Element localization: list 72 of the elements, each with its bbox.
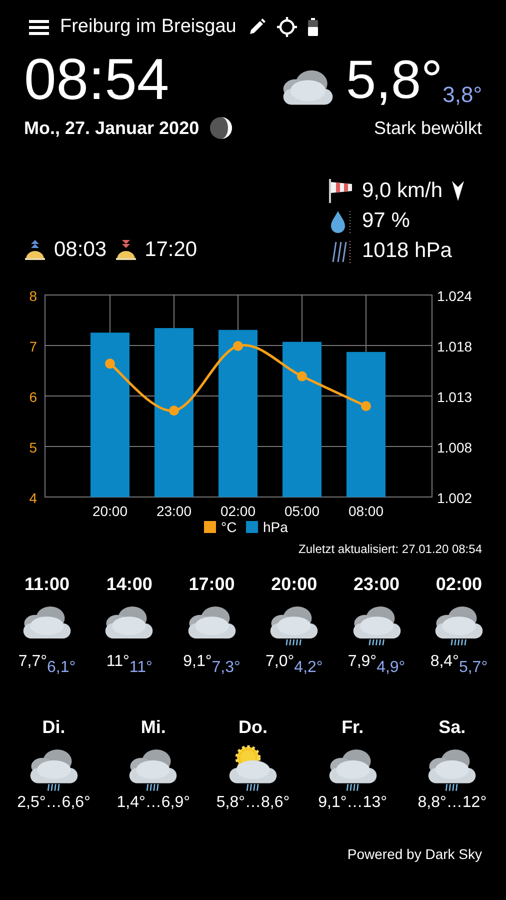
pencil-icon[interactable] bbox=[248, 18, 266, 36]
right-axis-label: 1.018 bbox=[437, 338, 472, 354]
day-label: Do. bbox=[238, 717, 268, 738]
legend-label: hPa bbox=[263, 519, 288, 534]
hour-feels-like: 4,9° bbox=[376, 659, 406, 677]
hour-label: 02:00 bbox=[436, 574, 482, 595]
right-axis-label: 1.013 bbox=[437, 389, 472, 405]
hour-label: 23:00 bbox=[354, 574, 400, 595]
sunrise-icon bbox=[24, 239, 46, 261]
left-axis-label: 6 bbox=[29, 389, 37, 405]
powered-by-text: Powered by Dark Sky bbox=[347, 846, 482, 862]
date-text: Mo., 27. Januar 2020 bbox=[24, 118, 200, 138]
x-axis-label: 08:00 bbox=[348, 503, 384, 519]
temperature-point bbox=[297, 371, 307, 382]
hour-feels-like: 4,2° bbox=[294, 659, 323, 677]
hour-label: 17:00 bbox=[188, 574, 235, 595]
temperature-point bbox=[105, 358, 115, 369]
hour-label: 11:00 bbox=[24, 574, 70, 595]
day-label: Di. bbox=[42, 717, 66, 738]
hour-feels-like: 11° bbox=[129, 659, 152, 677]
current-temperature: 5,8° bbox=[346, 50, 443, 110]
wind-speed: 9,0 km/h bbox=[362, 179, 443, 203]
temperature-point bbox=[361, 401, 371, 412]
hour-temperature: 8,4° bbox=[430, 653, 459, 671]
sunset-icon bbox=[114, 239, 137, 261]
hour-feels-like: 7,3° bbox=[212, 659, 240, 677]
humidity-value: 97 % bbox=[362, 209, 410, 233]
menu-icon[interactable] bbox=[28, 18, 50, 36]
sunset-time: 17:20 bbox=[144, 238, 198, 262]
left-axis-label: 8 bbox=[29, 288, 37, 304]
legend-label: °C bbox=[221, 519, 237, 534]
x-axis-label: 02:00 bbox=[220, 503, 256, 519]
pressure-value: 1018 hPa bbox=[362, 239, 452, 263]
day-temperature-range: 2,5°…6,6° bbox=[17, 794, 90, 812]
right-axis-label: 1.002 bbox=[437, 490, 472, 506]
crosshair-icon[interactable] bbox=[276, 16, 298, 38]
location-name[interactable]: Freiburg im Breisgau bbox=[60, 16, 236, 38]
windsock-icon bbox=[328, 178, 354, 204]
condition-text: Stark bewölkt bbox=[374, 118, 482, 139]
day-label: Mi. bbox=[140, 717, 166, 738]
day-label: Sa. bbox=[438, 717, 466, 738]
hour-temperature: 9,1° bbox=[183, 653, 212, 671]
hour-label: 20:00 bbox=[271, 574, 318, 595]
temperature-point bbox=[233, 341, 243, 351]
hour-feels-like: 6,1° bbox=[47, 659, 76, 677]
hour-temperature: 11° bbox=[106, 653, 130, 671]
battery-icon bbox=[308, 18, 318, 36]
left-axis-label: 7 bbox=[29, 338, 37, 354]
day-temperature-range: 8,8°…12° bbox=[418, 794, 487, 812]
temperature-point bbox=[169, 406, 179, 416]
x-axis-label: 05:00 bbox=[284, 503, 320, 519]
hour-feels-like: 5,7° bbox=[458, 659, 488, 677]
last-updated-text: Zuletzt aktualisiert: 27.01.20 08:54 bbox=[298, 542, 482, 556]
hour-temperature: 7,7° bbox=[18, 653, 47, 671]
moon-icon bbox=[209, 116, 234, 140]
x-axis-label: 23:00 bbox=[156, 503, 192, 519]
wind-direction-arrow-icon bbox=[450, 180, 465, 202]
clock-time: 08:54 bbox=[24, 50, 170, 110]
left-axis-label: 5 bbox=[29, 440, 37, 456]
left-axis-label: 4 bbox=[29, 490, 37, 506]
sunrise-time: 08:03 bbox=[54, 238, 107, 262]
day-temperature-range: 9,1°…13° bbox=[318, 794, 387, 812]
right-axis-label: 1.008 bbox=[437, 440, 472, 456]
hour-label: 14:00 bbox=[106, 574, 152, 595]
hour-temperature: 7,0° bbox=[266, 653, 294, 671]
day-temperature-range: 5,8°…8,6° bbox=[216, 794, 290, 812]
day-label: Fr. bbox=[342, 717, 364, 738]
x-axis-label: 20:00 bbox=[92, 503, 128, 519]
day-temperature-range: 1,4°…6,9° bbox=[116, 794, 190, 812]
hour-temperature: 7,9° bbox=[348, 653, 377, 671]
right-axis-label: 1.024 bbox=[437, 288, 472, 304]
feels-like-temperature: 3,8° bbox=[442, 82, 482, 108]
